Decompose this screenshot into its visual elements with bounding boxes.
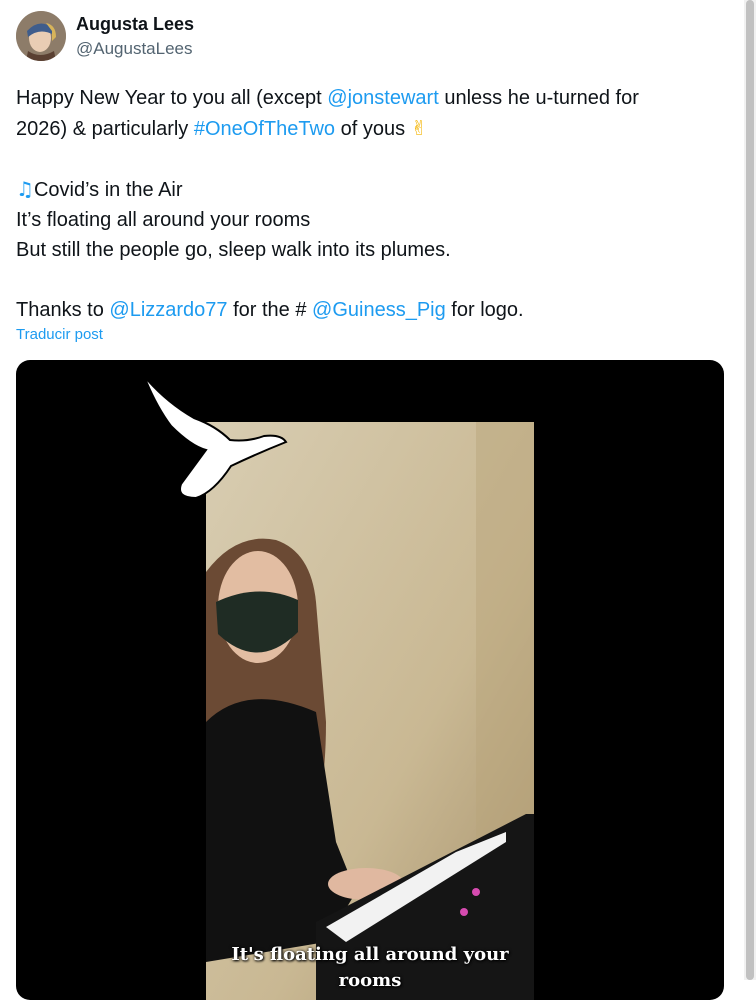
music-notes-icon: ♫ [16,177,34,201]
peace-emoji-icon: ✌ [410,116,428,140]
translate-post-link[interactable]: Traducir post [16,326,103,343]
video-subtitle: It's floating all around your rooms [231,944,509,991]
tweet-line: But still the people go, sleep walk into… [16,239,451,261]
scrollbar-thumb[interactable] [746,0,754,980]
scrollbar-track[interactable] [744,0,756,980]
tweet-text-segment: of yous [335,118,411,140]
mention-lizzardo77-link[interactable]: @Lizzardo77 [109,299,227,321]
video-player[interactable]: It's floating all around your rooms [16,360,724,1000]
user-handle[interactable]: @AugustaLees [76,38,194,60]
tweet-line: 2026) & particularly #OneOfTheTwo of you… [16,113,706,144]
display-name[interactable]: Augusta Lees [76,12,194,36]
tweet-line: Thanks to @Lizzardo77 for the # @Guiness… [16,295,706,325]
tweet-text-segment: 2026) & particularly [16,118,194,140]
dove-logo-icon [143,375,288,500]
avatar[interactable] [16,11,66,61]
song-title: Covid’s in the Air [33,179,183,201]
mention-guiness-pig-link[interactable]: @Guiness_Pig [312,299,446,321]
video-frame[interactable] [206,422,534,1000]
tweet-text-segment: for logo. [445,299,524,321]
post-header: Augusta Lees @AugustaLees [16,11,194,61]
tweet-text-segment: Happy New Year to you all (except [16,87,328,109]
mention-jonstewart-link[interactable]: @jonstewart [327,87,438,109]
tweet-line: Happy New Year to you all (except @jonst… [16,83,706,113]
hashtag-oneofthetwo-link[interactable]: #OneOfTheTwo [194,118,335,140]
tweet-text: Happy New Year to you all (except @jonst… [16,83,706,325]
tweet-text-segment: unless he u-turned for [438,87,639,109]
tweet-line: ♫Covid’s in the Air [16,174,706,205]
tweet-text-segment: Thanks to [16,299,110,321]
tweet-line: It’s floating all around your rooms [16,209,311,231]
tweet-text-segment: for the # [227,299,313,321]
